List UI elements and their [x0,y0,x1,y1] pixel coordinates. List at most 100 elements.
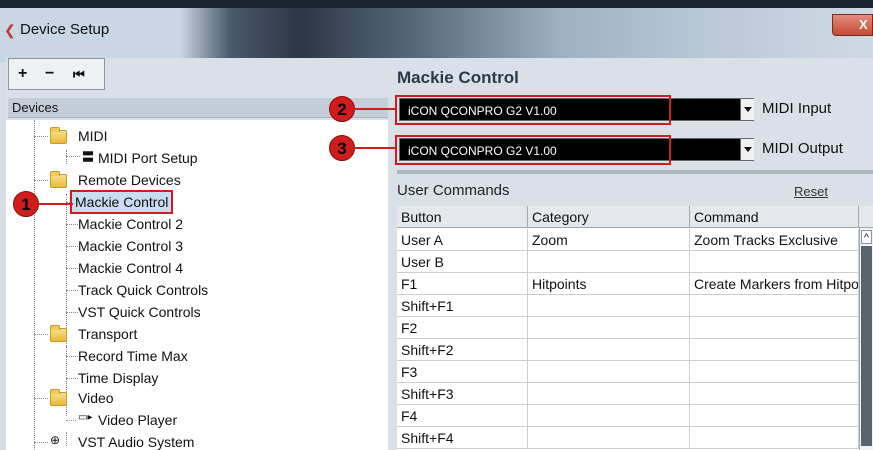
tree-item-mackie-control-3[interactable]: Mackie Control 3 [78,236,183,256]
tree-item-vst-quick-controls[interactable]: VST Quick Controls [78,302,201,322]
user-commands-table: Button Category Command User A Zoom Zoom T… [397,206,873,450]
table-scrollbar[interactable]: ^ [859,228,873,450]
table-row[interactable]: F1HitpointsCreate Markers from Hitpoints [397,273,859,295]
reset-device-button[interactable]: ⏮ [73,67,85,83]
tree-branch [66,290,78,291]
tree-branch [66,156,80,157]
chevron-down-icon[interactable] [740,139,754,160]
remove-device-button[interactable]: − [45,65,54,83]
title-bar-top-edge [0,0,873,8]
cell-command[interactable] [690,317,859,339]
tree-item-track-quick-controls[interactable]: Track Quick Controls [78,280,208,300]
device-toolbar: + − ⏮ [8,58,105,90]
cell-button[interactable]: User A [397,229,528,251]
tree-branch [66,312,78,313]
tree-guide-line [66,432,67,446]
cell-command[interactable] [690,361,859,383]
tree-item-transport[interactable]: Transport [78,324,137,344]
tree-branch [34,442,48,443]
device-tree: MIDI 〓 MIDI Port Setup Remote Devices Ma… [6,120,388,450]
cell-category[interactable]: Hitpoints [528,273,690,295]
cell-button[interactable]: Shift+F4 [397,427,528,449]
callout-badge-3: 3 [329,135,355,161]
table-row[interactable]: Shift+F3 [397,383,859,405]
cell-button[interactable]: User B [397,251,528,273]
cell-command[interactable] [690,405,859,427]
tree-item-video-player[interactable]: Video Player [98,410,177,430]
cell-category[interactable] [528,427,690,449]
cell-command[interactable] [690,295,859,317]
divider [397,170,873,174]
table-row[interactable]: Shift+F2 [397,339,859,361]
table-row[interactable]: F2 [397,317,859,339]
tree-branch [66,268,78,269]
column-header-command[interactable]: Command [690,206,859,228]
tree-branch [66,224,78,225]
title-bar: ❮ Device Setup X [0,0,873,62]
cell-button[interactable]: Shift+F3 [397,383,528,405]
add-device-button[interactable]: + [18,65,27,83]
close-button[interactable]: X [832,14,873,36]
table-row[interactable]: Shift+F1 [397,295,859,317]
tree-guide-line [66,150,67,164]
reset-link[interactable]: Reset [794,184,828,199]
cell-button[interactable]: Shift+F2 [397,339,528,361]
panel-title: Mackie Control [397,68,519,87]
table-row[interactable]: User A Zoom Zoom Tracks Exclusive [397,229,859,251]
tree-branch [34,398,48,399]
cell-command[interactable] [690,339,859,361]
tree-item-mackie-control[interactable]: Mackie Control [69,190,174,214]
tree-branch [34,180,48,181]
tree-item-midi-port-setup[interactable]: MIDI Port Setup [98,148,198,168]
tree-branch [34,136,48,137]
cell-category[interactable] [528,251,690,273]
cell-command[interactable] [690,383,859,405]
table-row[interactable]: F3 [397,361,859,383]
cell-button[interactable]: Shift+F1 [397,295,528,317]
cell-command[interactable] [690,427,859,449]
tree-guide-line [34,120,35,450]
tree-item-mackie-control-2[interactable]: Mackie Control 2 [78,214,183,234]
folder-icon [50,389,67,406]
tree-item-midi[interactable]: MIDI [78,126,108,146]
cell-category[interactable]: Zoom [528,229,690,251]
table-row[interactable]: F4 [397,405,859,427]
scroll-up-icon[interactable]: ^ [861,230,872,244]
cell-button[interactable]: F1 [397,273,528,295]
tree-item-remote-devices[interactable]: Remote Devices [78,170,181,190]
cell-category[interactable] [528,405,690,427]
scroll-thumb[interactable] [861,246,872,446]
callout-badge-1: 1 [13,191,39,217]
tree-item-time-display[interactable]: Time Display [78,368,158,388]
video-player-icon: ▭▸ [78,412,93,423]
callout-leader-line [354,147,396,149]
cell-command[interactable] [690,251,859,273]
column-header-button[interactable]: Button [397,206,528,228]
chevron-down-icon[interactable] [740,99,754,120]
cell-category[interactable] [528,317,690,339]
cell-command[interactable]: Zoom Tracks Exclusive [690,229,859,251]
cell-category[interactable] [528,361,690,383]
cell-category[interactable] [528,383,690,405]
user-commands-label: User Commands [397,182,510,199]
tree-item-vst-audio-system[interactable]: VST Audio System [78,432,194,450]
callout-leader-line [38,203,73,205]
column-header-category[interactable]: Category [528,206,690,228]
window-title: Device Setup [20,21,110,38]
callout-leader-line [354,108,396,110]
callout-highlight [395,135,671,165]
tree-item-mackie-control-4[interactable]: Mackie Control 4 [78,258,183,278]
cell-category[interactable] [528,295,690,317]
cell-button[interactable]: F4 [397,405,528,427]
tree-branch [66,246,78,247]
midi-input-label: MIDI Input [762,100,832,117]
table-row[interactable]: User B [397,251,859,273]
tree-item-record-time-max[interactable]: Record Time Max [78,346,188,366]
cell-button[interactable]: F3 [397,361,528,383]
tree-item-video[interactable]: Video [78,388,114,408]
cell-command[interactable]: Create Markers from Hitpoints [690,273,859,295]
table-row[interactable]: Shift+F4 [397,427,859,449]
callout-highlight [395,95,671,125]
cell-button[interactable]: F2 [397,317,528,339]
cell-category[interactable] [528,339,690,361]
